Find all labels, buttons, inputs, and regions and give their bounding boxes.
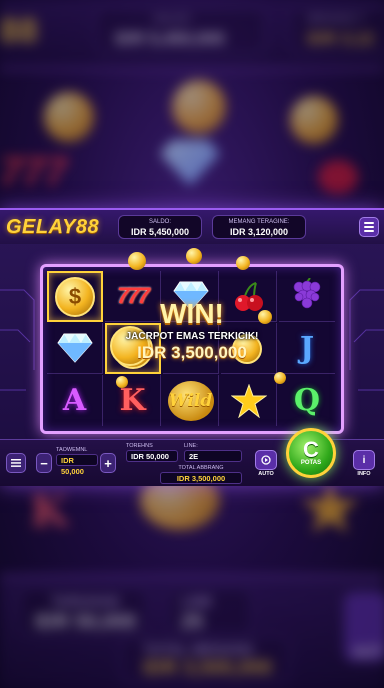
info-icon: i: [353, 450, 375, 470]
letter-q-symbol: Q: [293, 383, 321, 418]
win-value: IDR 3,120,000: [229, 227, 289, 237]
gold-coin-symbol: $: [55, 276, 95, 317]
backdrop-bet-box: TARUHAN IDR 50,000: [20, 588, 148, 636]
backdrop-logo: 88: [0, 12, 38, 50]
top-bar: GELAY88 SALDO: IDR 5,450,000 MEMANG TERA…: [0, 210, 384, 244]
spin-icon: C: [303, 437, 319, 462]
line-value: 2E: [184, 450, 242, 462]
bet-decrease-button[interactable]: −: [36, 453, 52, 473]
line-label: LINE:: [184, 443, 198, 449]
grapes-icon: [293, 278, 321, 309]
reel-cell-grapes: [279, 271, 335, 322]
info-button[interactable]: i INFO: [352, 450, 376, 480]
win-label: MEMANG TERAGINE:: [228, 219, 290, 225]
reel-cell-star: [221, 375, 277, 426]
bet-total-value: IDR 50,000: [126, 450, 178, 462]
saldo-label: SALDO:: [148, 219, 171, 225]
letter-j-symbol: J: [299, 330, 315, 366]
menu-list-button[interactable]: [6, 453, 26, 473]
reel-cell-wild: Wild: [163, 375, 219, 426]
diamond-icon: [172, 281, 209, 311]
backdrop-coin: [44, 92, 94, 142]
line-field: LINE: 2E: [184, 442, 242, 462]
letter-a-symbol: A: [62, 383, 87, 418]
floating-coin: [258, 310, 272, 324]
wild-coin: Wild: [167, 380, 214, 421]
letter-k-symbol: K: [119, 383, 146, 418]
floating-coin: [128, 252, 146, 270]
menu-button[interactable]: [359, 217, 379, 237]
reel-cell-diamond: [47, 323, 103, 374]
spin-label: POTAS: [300, 460, 322, 466]
bet-total-field: TOREHNS IDR 50,000: [126, 442, 178, 462]
big-coin: [110, 326, 150, 366]
auto-button[interactable]: AUTO: [254, 450, 278, 480]
backdrop-letter-k: K: [30, 486, 69, 537]
floating-coin: [236, 256, 250, 270]
star-icon: [230, 383, 267, 418]
backdrop-777: 777: [0, 150, 67, 194]
list-icon: [11, 459, 21, 467]
cherry-icon: [234, 282, 263, 311]
win-display: MEMANG TERAGINE: IDR 3,120,000: [212, 215, 306, 239]
bet-label: TAOWEMNL: [56, 447, 88, 453]
menu-icon: [364, 222, 374, 224]
info-label: INFO: [357, 471, 371, 477]
total-win-label: TOTAL ABBRANG: [178, 465, 224, 471]
reel-cell-777: 777: [105, 271, 161, 322]
reel-grid: $ 777 J A K Wild Q: [40, 264, 344, 434]
autoplay-icon: [255, 450, 277, 470]
saldo-display: SALDO: IDR 5,450,000: [118, 215, 202, 239]
reel-cell-q: Q: [279, 375, 335, 426]
reel-cell-coin: $: [47, 271, 103, 322]
spin-button[interactable]: C POTAS: [286, 428, 336, 478]
reel-cell-a: A: [47, 375, 103, 426]
backdrop-auto-button: AUT: [344, 592, 384, 662]
auto-label: AUTO: [258, 471, 274, 477]
floating-coin: [186, 248, 202, 264]
backdrop-line-box: LINE 25: [168, 588, 252, 636]
diamond-icon: [56, 333, 93, 363]
backdrop-saldo-box: SALDO IDR 5,450,000: [96, 8, 266, 54]
backdrop-total-box: TOTAL MENANG IDR 3,500,000: [120, 636, 290, 682]
backdrop-coin: [290, 96, 338, 144]
backdrop-win-box: MENANG T IDR 3,12: [290, 8, 384, 54]
wild-symbol: Wild: [168, 390, 213, 411]
slot-machine-panel: GELAY88 SALDO: IDR 5,450,000 MEMANG TERA…: [0, 208, 384, 486]
seven-symbol: 777: [117, 283, 150, 308]
bet-field: TAOWEMNL IDR 50,000: [56, 446, 98, 476]
saldo-value: IDR 5,450,000: [130, 227, 190, 237]
floating-coin: [274, 372, 286, 384]
bet-total-label: TOREHNS: [126, 443, 153, 449]
backdrop-star: [301, 480, 359, 533]
big-coin: [232, 334, 262, 364]
floating-coin: [116, 376, 128, 388]
backdrop-coin: [172, 80, 226, 134]
total-win-value: IDR 3,500,000: [160, 472, 242, 484]
backdrop-cherry: [318, 160, 358, 194]
reel-cell-empty: [163, 323, 219, 374]
bet-increase-button[interactable]: +: [100, 453, 116, 473]
brand-logo: GELAY88: [6, 216, 100, 238]
bet-value: IDR 50,000: [56, 454, 98, 476]
backdrop-diamond: [160, 140, 220, 186]
reel-cell-k: K: [105, 375, 161, 426]
reel-cell-diamond: [163, 271, 219, 322]
total-win-field: TOTAL ABBRANG IDR 3,500,000: [160, 464, 242, 484]
reel-cell-j: J: [279, 323, 335, 374]
